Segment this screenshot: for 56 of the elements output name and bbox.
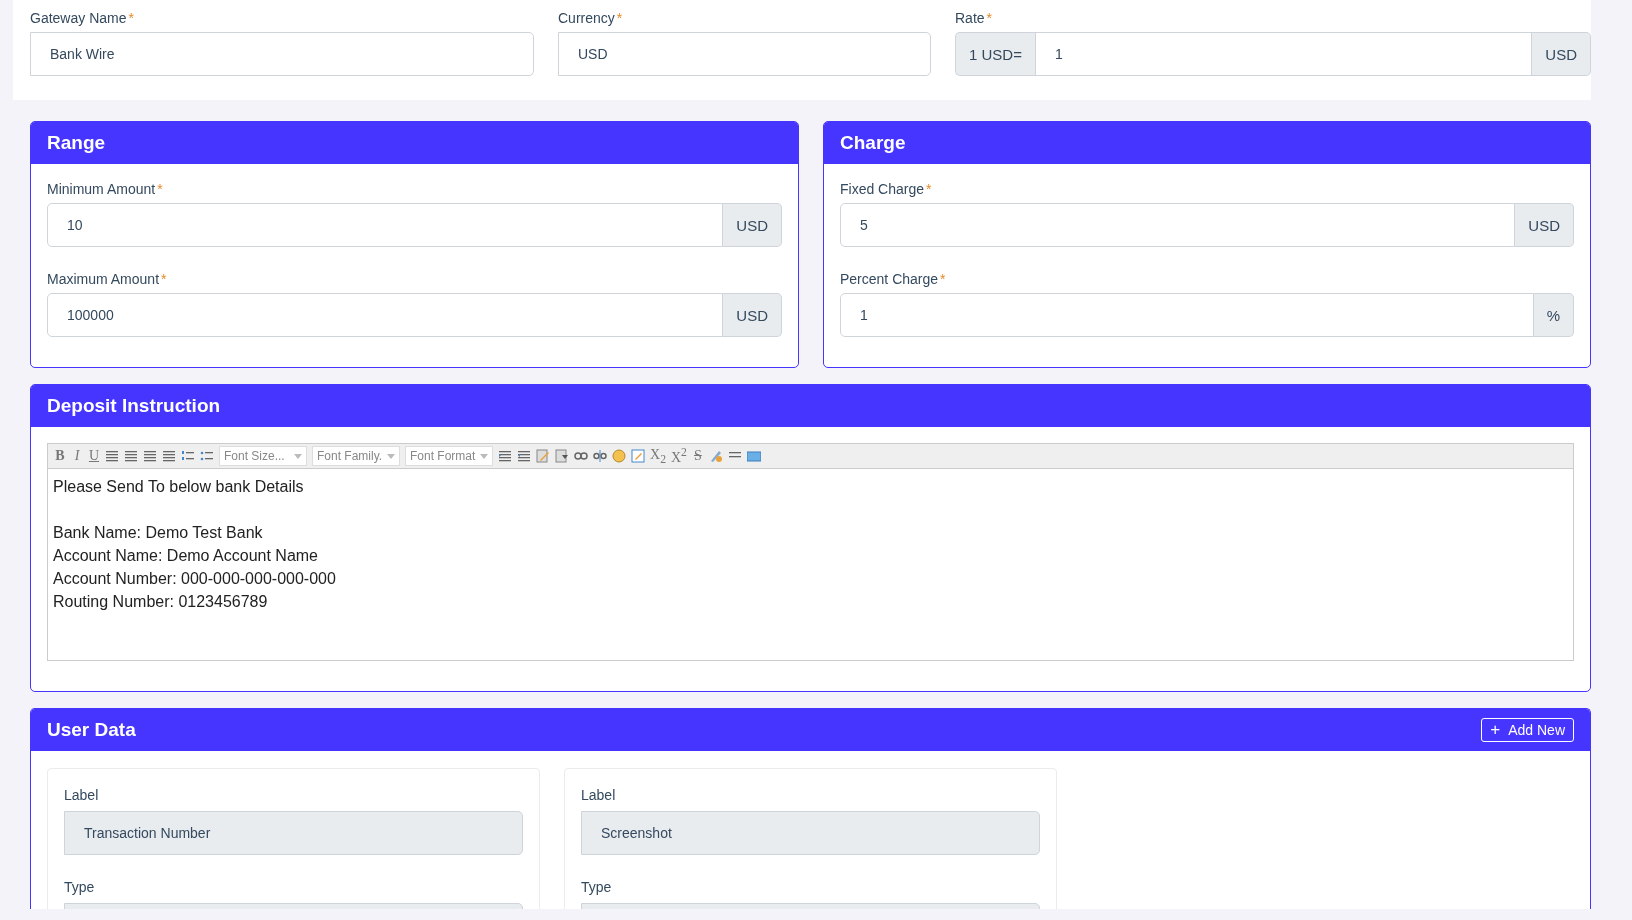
picture-icon[interactable] bbox=[746, 449, 761, 463]
instruction-text: Please Send To below bank Details bbox=[53, 477, 305, 497]
input-addon: USD bbox=[1532, 32, 1591, 76]
input-addon: % bbox=[1533, 293, 1574, 337]
input-field[interactable]: 5 bbox=[840, 203, 1516, 247]
instruction-text: Bank Name: Demo Test Bank bbox=[53, 523, 264, 543]
format-button[interactable]: B bbox=[54, 448, 66, 464]
instruction-text: Account Name: Demo Account Name bbox=[53, 546, 319, 566]
ordered-list-icon[interactable] bbox=[181, 449, 195, 463]
align-justify-icon[interactable] bbox=[162, 449, 176, 463]
align-center-icon[interactable] bbox=[124, 449, 138, 463]
unlink-icon[interactable] bbox=[593, 449, 607, 463]
format-button[interactable]: U bbox=[88, 448, 100, 464]
format-button[interactable]: I bbox=[71, 448, 83, 464]
field-label: Label bbox=[581, 787, 617, 803]
input-field[interactable]: Bank Wire bbox=[30, 32, 534, 76]
field-label: Type bbox=[581, 879, 613, 895]
input-addon: USD bbox=[1515, 203, 1574, 247]
toolbar-select[interactable]: Font Format bbox=[405, 446, 493, 466]
script-button[interactable]: X$^{2}$ bbox=[670, 446, 687, 466]
field-label: Gateway Name* bbox=[30, 10, 135, 26]
card-title: Deposit Instruction bbox=[47, 395, 221, 417]
link-icon[interactable] bbox=[574, 449, 588, 463]
input-field[interactable]: Transaction Number bbox=[64, 811, 523, 855]
outdent-icon[interactable] bbox=[517, 449, 531, 463]
toolbar-select[interactable]: Font Size... bbox=[219, 446, 307, 466]
field-label: Fixed Charge* bbox=[840, 181, 933, 197]
input-field[interactable]: Screenshot bbox=[581, 811, 1040, 855]
input-field[interactable]: 1 bbox=[1034, 32, 1533, 76]
card-title: Charge bbox=[840, 132, 906, 154]
field-label: Maximum Amount* bbox=[47, 271, 168, 287]
input-addon: USD bbox=[723, 203, 782, 247]
input-field[interactable]: 10 bbox=[47, 203, 724, 247]
input-field[interactable]: USD bbox=[558, 32, 931, 76]
field-label: Type bbox=[64, 879, 96, 895]
align-right-icon[interactable] bbox=[143, 449, 157, 463]
toolbar-select[interactable]: Font Family. bbox=[312, 446, 400, 466]
field-label: Percent Charge* bbox=[840, 271, 947, 287]
instruction-text: Routing Number: 0123456789 bbox=[53, 592, 269, 612]
add-new-button[interactable]: + Add New bbox=[1481, 718, 1574, 742]
script-button[interactable]: X$_{2}$ bbox=[650, 446, 666, 466]
indent-icon[interactable] bbox=[498, 449, 512, 463]
input-addon: USD bbox=[723, 293, 782, 337]
input-field[interactable]: 1 bbox=[840, 293, 1534, 337]
bullet-list-icon[interactable] bbox=[200, 449, 214, 463]
field-label: Minimum Amount* bbox=[47, 181, 164, 197]
input-field[interactable]: 100000 bbox=[47, 293, 724, 337]
field-label: Currency* bbox=[558, 10, 624, 26]
instruction-text: Account Number: 000-000-000-000-000 bbox=[53, 569, 337, 589]
card-title: Range bbox=[47, 132, 106, 154]
input-addon: 1 USD= bbox=[955, 32, 1035, 76]
card-title: User Data bbox=[47, 719, 136, 741]
script-button[interactable]: S bbox=[691, 448, 704, 464]
field-label: Label bbox=[64, 787, 100, 803]
field-label: Rate* bbox=[955, 10, 994, 26]
align-left-icon[interactable] bbox=[105, 449, 119, 463]
